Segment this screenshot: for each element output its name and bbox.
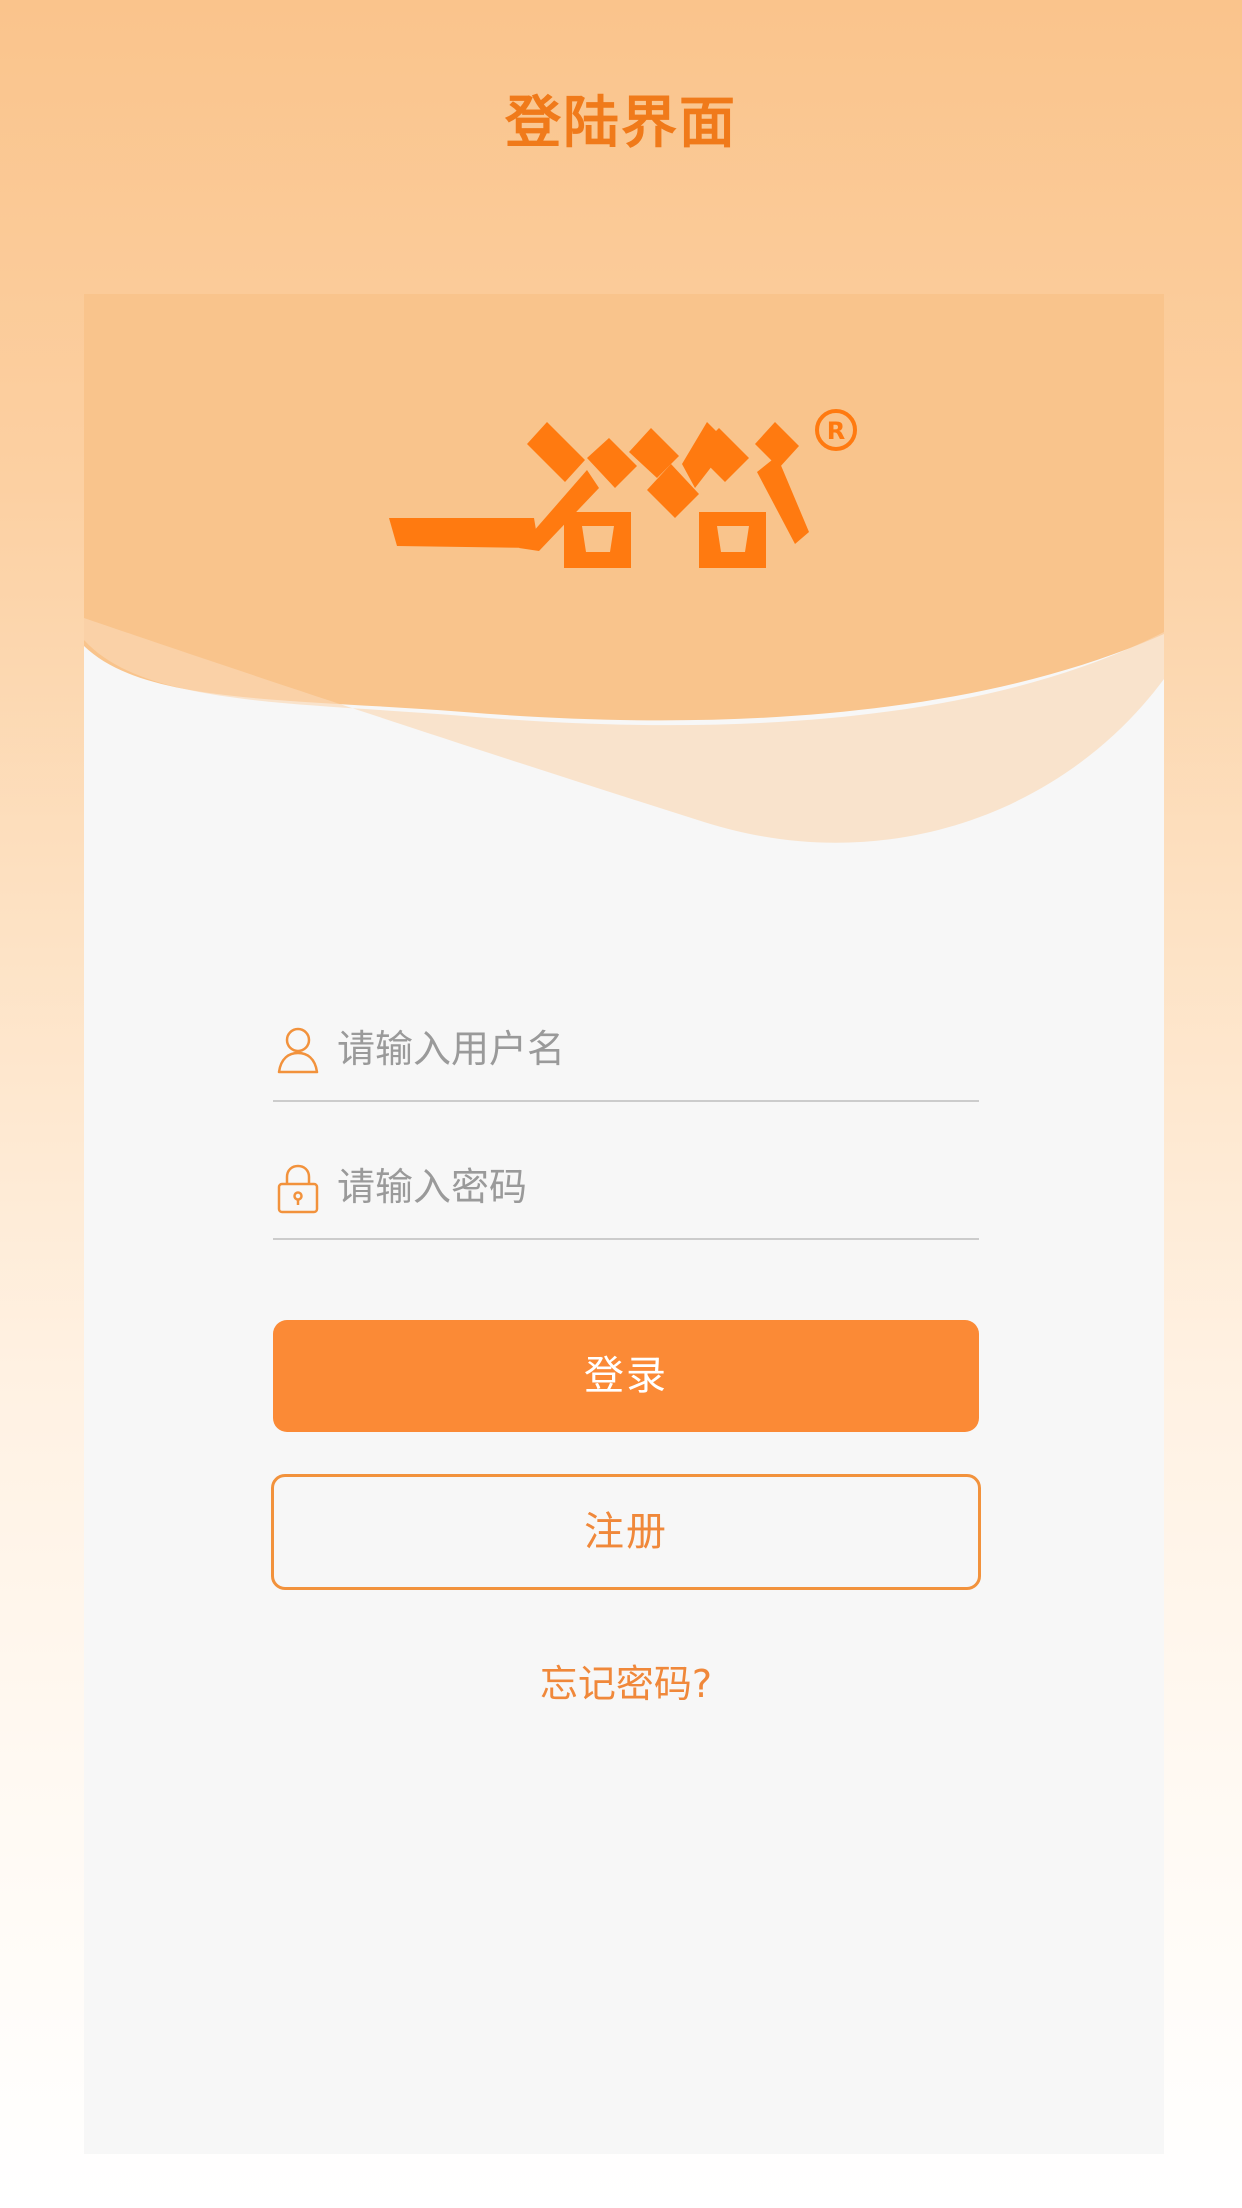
forgot-password-link[interactable]: 忘记密码? [273,1656,979,1712]
page-title: 登陆界面 [505,91,737,156]
svg-text:R: R [827,417,845,445]
register-button[interactable]: 注册 [271,1474,981,1590]
login-button[interactable]: 登录 [273,1320,979,1432]
username-field [273,996,979,1102]
brand-logo: R [389,408,859,590]
login-card: R 登录 注册 忘记密码? [84,294,1164,2154]
password-input[interactable] [337,1152,957,1222]
lock-icon [277,1164,319,1214]
username-input[interactable] [337,1014,957,1084]
user-icon [277,1027,319,1074]
password-field [273,1134,979,1240]
